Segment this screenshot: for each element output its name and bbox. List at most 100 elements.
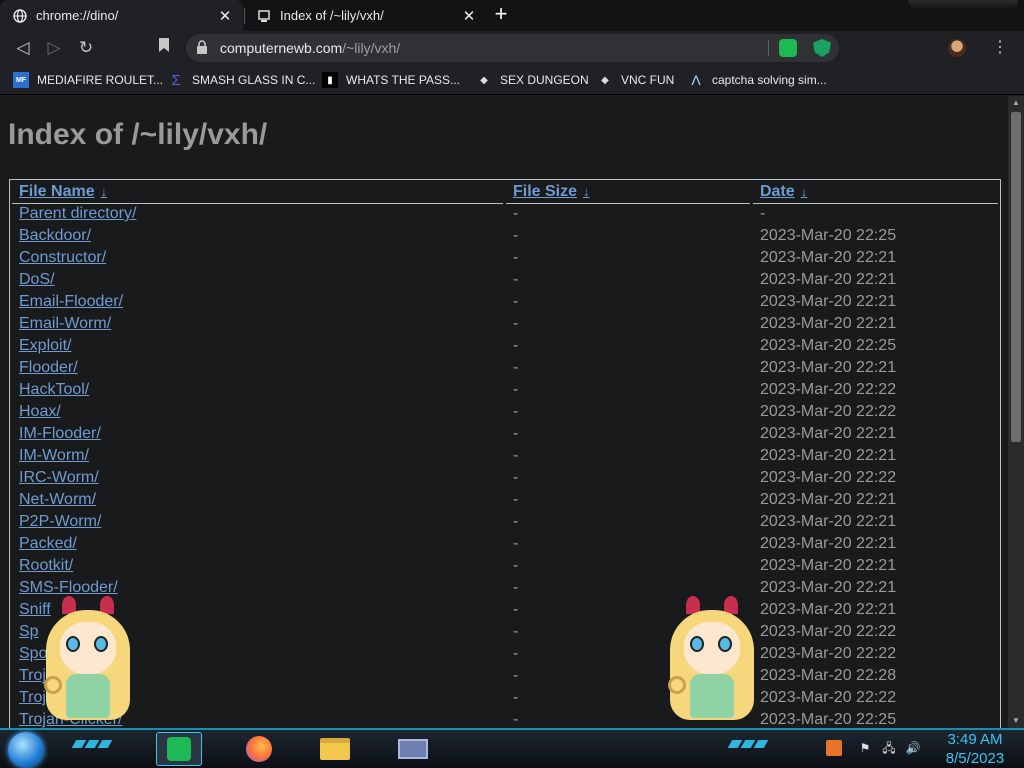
computernewb-icon	[256, 8, 272, 24]
start-button[interactable]	[8, 732, 44, 768]
back-icon[interactable]: ◁	[12, 37, 34, 59]
file-link[interactable]: Hoax/	[19, 403, 61, 421]
file-date: 2023-Mar-20 22:25	[760, 227, 897, 244]
system-clock[interactable]: 3:49 AM 8/5/2023	[930, 730, 1020, 768]
bookmarks-bar: MF MEDIAFIRE ROULET... Σ SMASH GLASS IN …	[0, 65, 1024, 95]
file-link[interactable]: Backdoor/	[19, 227, 91, 245]
column-header-size[interactable]: File Size ↓	[513, 183, 590, 201]
eye-shape	[718, 636, 732, 652]
file-link[interactable]: Packed/	[19, 535, 77, 553]
file-size: -	[513, 205, 519, 222]
tab-index-vxh[interactable]: Index of /~lily/vxh/ ✕	[244, 0, 487, 31]
table-row: Flooder/ - 2023-Mar-20 22:21	[10, 358, 1000, 380]
taskbar-file-explorer[interactable]	[312, 732, 358, 766]
table-row: Email-Flooder/ - 2023-Mar-20 22:21	[10, 292, 1000, 314]
bookmark-label: captcha solving sim...	[712, 73, 827, 87]
bookmark-icon[interactable]	[158, 37, 172, 57]
file-date: 2023-Mar-20 22:25	[760, 711, 897, 728]
network-icon[interactable]: 🖧	[881, 740, 897, 756]
table-row: Packed/ - 2023-Mar-20 22:21	[10, 534, 1000, 556]
bookmark-captcha[interactable]: Λ captcha solving sim...	[688, 69, 827, 91]
file-link[interactable]: Flooder/	[19, 359, 78, 377]
file-link[interactable]: Email-Flooder/	[19, 293, 123, 311]
spotify-icon	[167, 737, 191, 761]
eye-shape	[94, 636, 108, 652]
taskbar-decoration	[727, 740, 769, 750]
sort-arrow-icon: ↓	[800, 184, 808, 199]
page-viewport: Index of /~lily/vxh/ File Name ↓ File Siz…	[0, 96, 1008, 728]
taskbar-spotify[interactable]	[156, 732, 202, 766]
file-size: -	[513, 337, 519, 354]
file-link[interactable]: SMS-Flooder/	[19, 579, 118, 597]
file-link[interactable]: Exploit/	[19, 337, 71, 355]
scroll-up-icon[interactable]: ▲	[1008, 96, 1024, 110]
file-link[interactable]: DoS/	[19, 271, 55, 289]
file-link[interactable]: Net-Worm/	[19, 491, 96, 509]
taskbar: ⚑ 🖧 🔊 3:49 AM 8/5/2023	[0, 728, 1024, 768]
bookmark-smash-glass[interactable]: Σ SMASH GLASS IN C...	[168, 69, 315, 91]
table-row: Exploit/ - 2023-Mar-20 22:25	[10, 336, 1000, 358]
bookmark-vnc-fun[interactable]: ◆ VNC FUN	[597, 69, 674, 91]
file-link[interactable]: Parent directory/	[19, 205, 136, 223]
bookmark-label: WHATS THE PASS...	[346, 73, 461, 87]
scroll-thumb[interactable]	[1011, 112, 1021, 442]
shield-extension-icon[interactable]	[813, 39, 831, 57]
tab-chrome-dino[interactable]: chrome://dino/ ✕	[0, 0, 243, 31]
file-link[interactable]: Constructor/	[19, 249, 106, 267]
file-link[interactable]: IRC-Worm/	[19, 469, 99, 487]
java-icon[interactable]	[826, 740, 842, 756]
scroll-down-icon[interactable]: ▼	[1008, 714, 1024, 728]
lock-icon[interactable]	[196, 40, 210, 56]
file-link[interactable]: P2P-Worm/	[19, 513, 101, 531]
taskbar-decoration	[71, 740, 113, 750]
new-tab-button[interactable]: +	[489, 3, 513, 26]
vertical-scrollbar[interactable]: ▲ ▼	[1008, 96, 1024, 728]
mascot-sticker	[662, 596, 762, 726]
file-link[interactable]: IM-Worm/	[19, 447, 89, 465]
taskbar-window[interactable]	[390, 732, 436, 766]
close-tab-icon[interactable]: ✕	[461, 7, 477, 25]
file-link[interactable]: Sp	[19, 623, 39, 641]
spotify-extension-icon[interactable]	[779, 39, 797, 57]
file-date: 2023-Mar-20 22:21	[760, 447, 897, 464]
table-row: Parent directory/ - -	[10, 204, 1000, 226]
column-label: File Size	[513, 183, 578, 200]
wand-icon	[668, 676, 686, 694]
table-row: DoS/ - 2023-Mar-20 22:21	[10, 270, 1000, 292]
file-size: -	[513, 513, 519, 530]
file-link[interactable]: IM-Flooder/	[19, 425, 101, 443]
computernewb-icon: ◆	[480, 74, 488, 86]
file-date: 2023-Mar-20 22:22	[760, 381, 897, 398]
column-header-name[interactable]: File Name ↓	[19, 183, 107, 201]
taskbar-firefox[interactable]	[236, 732, 282, 766]
bookmark-sex-dungeon[interactable]: ◆ SEX DUNGEON	[476, 69, 589, 91]
bookmark-label: SMASH GLASS IN C...	[192, 73, 316, 87]
table-row: Troj -2023-Mar-20 22:28	[10, 666, 1000, 688]
page-title: Index of /~lily/vxh/	[8, 118, 268, 151]
flag-icon[interactable]: ⚑	[857, 740, 873, 756]
column-header-date[interactable]: Date ↓	[760, 183, 807, 201]
file-date: 2023-Mar-20 22:21	[760, 491, 897, 508]
file-date: 2023-Mar-20 22:21	[760, 557, 897, 574]
address-bar[interactable]: computernewb.com/~lily/vxh/	[186, 34, 839, 62]
file-link[interactable]: Rootkit/	[19, 557, 73, 575]
file-date: 2023-Mar-20 22:21	[760, 513, 897, 530]
file-size: -	[513, 601, 519, 618]
bookmark-mediafire[interactable]: MF MEDIAFIRE ROULET...	[13, 69, 163, 91]
close-tab-icon[interactable]: ✕	[217, 7, 233, 25]
url-text: computernewb.com/~lily/vxh/	[220, 40, 400, 56]
menu-icon[interactable]: ⋮	[990, 37, 1010, 59]
forward-icon[interactable]: ▷	[43, 37, 65, 59]
volume-icon[interactable]: 🔊	[905, 740, 921, 756]
window-controls[interactable]	[908, 0, 1018, 10]
sort-arrow-icon: ↓	[100, 184, 108, 199]
file-date: 2023-Mar-20 22:21	[760, 425, 897, 442]
file-link[interactable]: HackTool/	[19, 381, 89, 399]
file-link[interactable]: Email-Worm/	[19, 315, 111, 333]
reload-icon[interactable]: ↻	[75, 37, 97, 59]
file-size: -	[513, 469, 519, 486]
file-date: 2023-Mar-20 22:22	[760, 645, 897, 662]
bookmark-whats-the-pass[interactable]: ▮ WHATS THE PASS...	[322, 69, 460, 91]
profile-avatar[interactable]	[948, 39, 966, 57]
tab-title: chrome://dino/	[36, 8, 119, 23]
